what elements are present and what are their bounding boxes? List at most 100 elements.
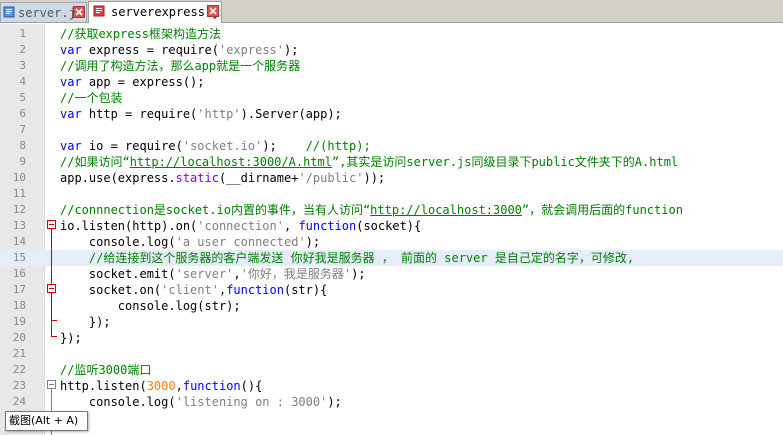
- code-line[interactable]: 16 socket.emit('server','你好，我是服务器');: [0, 266, 783, 282]
- code-token: 'listening on : 3000': [175, 395, 328, 409]
- code-token: });: [60, 331, 82, 345]
- fold-toggle-icon[interactable]: [47, 220, 56, 229]
- close-tab-icon[interactable]: [73, 6, 85, 18]
- code-text: console.log('listening on : 3000');: [60, 394, 342, 410]
- code-token: //connnection是socket.io内置的事件，当有人访问“: [60, 203, 371, 217]
- code-token: 3000: [146, 379, 176, 393]
- code-token: 'socket.io': [182, 139, 263, 153]
- code-token: ));: [363, 171, 386, 185]
- code-token: '你好，我是服务器': [240, 267, 352, 281]
- code-token: (str){: [283, 283, 328, 297]
- code-line[interactable]: 8 var io = require('socket.io'); //(http)…: [0, 138, 783, 154]
- code-token: (socket){: [356, 219, 422, 233]
- code-token: http://localhost:3000: [370, 203, 522, 217]
- code-text: //给连接到这个服务器的客户端发送 你好我是服务器 ， 前面的 server 是…: [60, 250, 634, 266]
- code-token: });: [60, 315, 111, 329]
- code-line[interactable]: 7: [0, 122, 783, 138]
- file-icon: [3, 6, 15, 18]
- code-token: function: [298, 219, 357, 233]
- code-line[interactable]: 22//监听3000端口: [0, 362, 783, 378]
- code-text: //调用了构造方法，那么app就是一个服务器: [60, 58, 300, 74]
- code-token: 'connection': [197, 219, 284, 233]
- code-token: //(http);: [305, 139, 371, 153]
- code-text: var express = require('express');: [60, 42, 298, 58]
- code-token: static: [175, 171, 219, 185]
- code-text: });: [60, 330, 82, 346]
- code-line[interactable]: 3//调用了构造方法，那么app就是一个服务器: [0, 58, 783, 74]
- code-line[interactable]: 17 socket.on('client',function(str){: [0, 282, 783, 298]
- code-line[interactable]: 9//如果访问“http://localhost:3000/A.html”,其实…: [0, 154, 783, 170]
- code-line[interactable]: 2 var express = require('express');: [0, 42, 783, 58]
- code-text: //一个包装: [60, 90, 122, 106]
- code-token: (){: [240, 379, 263, 393]
- code-token: function: [182, 379, 241, 393]
- close-tab-icon[interactable]: [207, 5, 219, 17]
- code-token: //如果访问“: [60, 155, 130, 169]
- tab-server-js[interactable]: server.js: [0, 2, 87, 22]
- code-token: http = require(: [81, 107, 198, 121]
- code-token: ”,其实是访问server.js同级目录下public文件夹下的A.html: [331, 155, 679, 169]
- code-line[interactable]: 11: [0, 186, 783, 202]
- code-token: (__dirname+: [218, 171, 299, 185]
- code-token: 'client': [161, 283, 219, 297]
- code-token: app = express();: [81, 75, 205, 89]
- code-token: app.use(express.: [60, 171, 176, 185]
- fold-margin: [47, 220, 57, 435]
- code-token: io.listen(http).on(: [60, 219, 198, 233]
- code-token: //一个包装: [60, 91, 123, 105]
- code-token: function: [226, 283, 284, 297]
- code-line[interactable]: 19 });: [0, 314, 783, 330]
- fold-toggle-icon[interactable]: [47, 380, 56, 389]
- code-line[interactable]: 23 http.listen(3000,function(){: [0, 378, 783, 394]
- code-token: );: [262, 139, 306, 153]
- code-line[interactable]: 13 io.listen(http).on('connection', funct…: [0, 218, 783, 234]
- tab-bar: server.js serverexpress.js: [0, 0, 783, 23]
- code-line[interactable]: 6 var http = require('http').Server(app);: [0, 106, 783, 122]
- code-token: socket.on(: [60, 283, 162, 297]
- code-token: );: [327, 395, 342, 409]
- code-token: var: [60, 107, 82, 121]
- code-token: console.log(: [60, 395, 176, 409]
- code-line[interactable]: 5//一个包装: [0, 90, 783, 106]
- code-token: var: [60, 43, 82, 57]
- code-token: 'a user connected': [175, 235, 306, 249]
- fold-toggle-icon[interactable]: [47, 284, 56, 293]
- code-token: http.listen(: [60, 379, 147, 393]
- code-text: console.log(str);: [60, 298, 241, 314]
- code-line[interactable]: 1//获取express框架构造方法: [0, 26, 783, 42]
- code-token: http://localhost:3000/A.html: [129, 155, 332, 169]
- code-line[interactable]: 21: [0, 346, 783, 362]
- code-line[interactable]: 14 console.log('a user connected');: [0, 234, 783, 250]
- code-token: var: [60, 139, 82, 153]
- code-line[interactable]: 10 app.use(express.static(__dirname+'/pub…: [0, 170, 783, 186]
- code-line[interactable]: 20});: [0, 330, 783, 346]
- code-line[interactable]: 4 var app = express();: [0, 74, 783, 90]
- code-token: 'express': [218, 43, 284, 57]
- code-line[interactable]: 24 console.log('listening on : 3000');: [0, 394, 783, 410]
- code-token: //调用了构造方法，那么app就是一个服务器: [60, 59, 301, 73]
- unsaved-file-icon: [93, 5, 105, 17]
- code-token: express = require(: [81, 43, 219, 57]
- code-token: //给连接到这个服务器的客户端发送 你好我是服务器 ， 前面的 server 是…: [60, 251, 635, 265]
- code-text: http.listen(3000,function(){: [60, 378, 262, 394]
- code-token: //监听3000端口: [60, 363, 152, 377]
- code-text: var http = require('http').Server(app);: [60, 106, 342, 122]
- code-text: socket.on('client',function(str){: [60, 282, 327, 298]
- code-text: console.log('a user connected');: [60, 234, 320, 250]
- code-token: socket.emit(: [60, 267, 176, 281]
- code-text: var io = require('socket.io'); //(http);: [60, 138, 371, 154]
- tab-serverexpress-js[interactable]: serverexpress.js: [88, 1, 222, 23]
- tab-label: serverexpress.js: [111, 5, 222, 19]
- code-editor[interactable]: 1//获取express框架构造方法 2 var express = require…: [0, 24, 783, 435]
- code-text: socket.emit('server','你好，我是服务器');: [60, 266, 366, 282]
- code-token: );: [351, 267, 366, 281]
- code-text: //获取express框架构造方法: [60, 26, 221, 42]
- code-line[interactable]: 12//connnection是socket.io内置的事件，当有人访问“htt…: [0, 202, 783, 218]
- code-text: //connnection是socket.io内置的事件，当有人访问“http:…: [60, 202, 683, 218]
- code-token: console.log(: [60, 235, 176, 249]
- code-text: });: [60, 314, 111, 330]
- code-token: 'server': [175, 267, 234, 281]
- code-line[interactable]: 15 //给连接到这个服务器的客户端发送 你好我是服务器 ， 前面的 serve…: [0, 250, 783, 266]
- code-token: var: [60, 75, 82, 89]
- code-line[interactable]: 18 console.log(str);: [0, 298, 783, 314]
